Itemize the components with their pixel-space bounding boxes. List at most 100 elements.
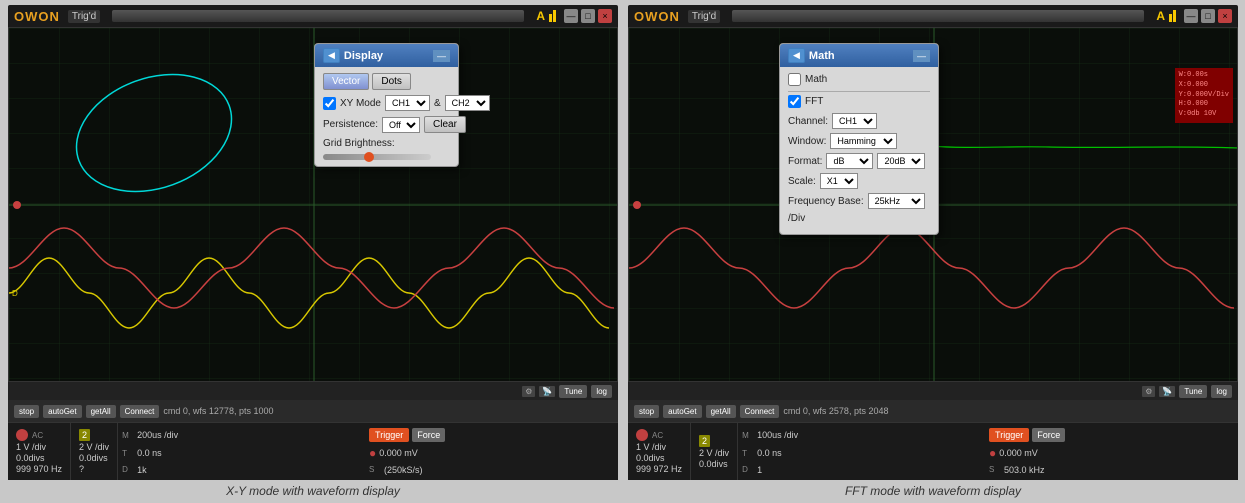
left-ch1-scale: 1 V /div bbox=[16, 442, 62, 452]
vector-button[interactable]: Vector bbox=[323, 73, 369, 90]
right-connect-button[interactable]: Connect bbox=[740, 405, 780, 418]
left-close-button[interactable]: × bbox=[598, 9, 612, 23]
display-dialog: ◀ Display — Vector Dots XY Mode CH1 bbox=[314, 43, 459, 167]
channel-row: Channel: CH1 CH2 bbox=[788, 113, 930, 129]
left-ch-indicators: A bbox=[536, 9, 556, 23]
clear-button[interactable]: Clear bbox=[424, 116, 466, 133]
xy-ch2-select[interactable]: CH2 bbox=[445, 95, 490, 111]
right-controls-row: stop autoGet getAll Connect cmd 0, wfs 2… bbox=[628, 400, 1238, 422]
math-dialog-body: Math FFT Channel: CH1 CH2 bbox=[780, 67, 938, 234]
left-force-button[interactable]: Force bbox=[412, 428, 445, 442]
right-ch-bars bbox=[1169, 10, 1176, 22]
right-meas-T: T 0.0 ns bbox=[742, 445, 987, 461]
math-dialog-title-bar: ◀ Math — bbox=[780, 44, 938, 67]
right-ch1-type: AC bbox=[652, 431, 663, 440]
dialog-title-left: ◀ Display bbox=[323, 48, 383, 63]
xy-mode-checkbox[interactable] bbox=[323, 97, 336, 110]
persistence-label: Persistence: bbox=[323, 119, 378, 130]
left-win-controls: — □ × bbox=[564, 9, 612, 23]
display-mode-buttons: Vector Dots bbox=[323, 73, 450, 90]
right-force-button[interactable]: Force bbox=[1032, 428, 1065, 442]
right-getall-button[interactable]: getAll bbox=[706, 405, 736, 418]
right-ch2-info: 2 2 V /div 0.0divs bbox=[691, 423, 738, 480]
left-waveform-display: D bbox=[9, 28, 617, 381]
right-maximize-button[interactable]: □ bbox=[1201, 9, 1215, 23]
window-select[interactable]: Hamming Hanning Blackman Rectangle bbox=[830, 133, 897, 149]
brightness-slider-container[interactable] bbox=[323, 154, 450, 160]
format-label: Format: bbox=[788, 156, 822, 167]
math-dialog: ◀ Math — Math FFT Cha bbox=[779, 43, 939, 235]
right-ch1-scale: 1 V /div bbox=[636, 442, 682, 452]
left-ch-a: A bbox=[536, 9, 545, 23]
format-select-2[interactable]: 20dB 10dB bbox=[877, 153, 925, 169]
format-select-1[interactable]: dB Vrms bbox=[826, 153, 873, 169]
right-autoget-button[interactable]: autoGet bbox=[663, 405, 701, 418]
left-ch-bars bbox=[549, 10, 556, 22]
right-ch-indicators: A bbox=[1156, 9, 1176, 23]
display-dialog-min-button[interactable]: — bbox=[433, 50, 450, 62]
right-close-button[interactable]: × bbox=[1218, 9, 1232, 23]
left-meas-M: M 200us /div bbox=[122, 427, 367, 443]
left-minimize-button[interactable]: — bbox=[564, 9, 578, 23]
xy-ch1-select[interactable]: CH1 bbox=[385, 95, 430, 111]
format-row: Format: dB Vrms 20dB 10dB bbox=[788, 153, 930, 169]
math-dialog-back-button[interactable]: ◀ bbox=[788, 48, 805, 63]
right-ch2-num: 2 bbox=[699, 435, 710, 447]
dots-button[interactable]: Dots bbox=[372, 73, 411, 90]
math-dialog-min-button[interactable]: — bbox=[913, 50, 930, 62]
right-tune-button[interactable]: Tune bbox=[1179, 385, 1207, 398]
right-ch-a: A bbox=[1156, 9, 1165, 23]
left-cmd-text: cmd 0, wfs 12778, pts 1000 bbox=[163, 406, 273, 416]
freq-base-select[interactable]: 25kHz 50kHz 100kHz bbox=[868, 193, 925, 209]
left-tune-button[interactable]: Tune bbox=[559, 385, 587, 398]
right-meas-dot: ● 0.000 mV bbox=[989, 445, 1234, 461]
right-log-button[interactable]: log bbox=[1211, 385, 1232, 398]
left-maximize-button[interactable]: □ bbox=[581, 9, 595, 23]
left-connect-button[interactable]: Connect bbox=[120, 405, 160, 418]
right-bar1 bbox=[1169, 14, 1172, 22]
left-meas-D: D 1k bbox=[122, 464, 367, 476]
right-meas-section: M 100us /div Trigger Force T 0.0 ns ● 0.… bbox=[738, 423, 1238, 480]
freq-base-row: Frequency Base: 25kHz 50kHz 100kHz /Div bbox=[788, 193, 930, 224]
left-getall-button[interactable]: getAll bbox=[86, 405, 116, 418]
left-autoget-button[interactable]: autoGet bbox=[43, 405, 81, 418]
right-bottom-icons: ⚙ 📡 Tune log bbox=[1142, 385, 1232, 398]
fft-checkbox[interactable] bbox=[788, 95, 801, 108]
scale-select[interactable]: X1 X2 X5 bbox=[820, 173, 858, 189]
left-icon-2: 📡 bbox=[539, 386, 555, 397]
left-stop-button[interactable]: stop bbox=[14, 405, 39, 418]
xy-mode-label: XY Mode bbox=[340, 98, 381, 109]
left-meas-S-val: (250kS/s) bbox=[384, 465, 423, 475]
right-scope-screen: ◀ Math — Math FFT Cha bbox=[628, 27, 1238, 382]
left-ch2-extra: ? bbox=[79, 464, 109, 474]
right-ch2-scale: 2 V /div bbox=[699, 448, 729, 458]
right-ch1-dot bbox=[636, 429, 648, 441]
left-trigger-button[interactable]: Trigger bbox=[369, 428, 409, 442]
left-meas-dot: ● 0.000 mV bbox=[369, 445, 614, 461]
math-checkbox[interactable] bbox=[788, 73, 801, 86]
left-scope-screen: D ◀ Display — Vector Dots bbox=[8, 27, 618, 382]
display-dialog-body: Vector Dots XY Mode CH1 & CH2 bbox=[315, 67, 458, 166]
xy-mode-row: XY Mode CH1 & CH2 bbox=[323, 95, 450, 111]
right-bar2 bbox=[1173, 10, 1176, 22]
right-trigger-area: Trigger Force bbox=[989, 427, 1234, 443]
brightness-slider-thumb[interactable] bbox=[364, 152, 374, 162]
channel-select[interactable]: CH1 CH2 bbox=[832, 113, 877, 129]
right-trigger-button[interactable]: Trigger bbox=[989, 428, 1029, 442]
right-icon-2: 📡 bbox=[1159, 386, 1175, 397]
right-meas-T-val: 0.0 ns bbox=[757, 448, 782, 458]
right-stop-button[interactable]: stop bbox=[634, 405, 659, 418]
left-controls-row: stop autoGet getAll Connect cmd 0, wfs 1… bbox=[8, 400, 618, 422]
right-ch2-offset: 0.0divs bbox=[699, 459, 729, 469]
left-ch1-offset: 0.0divs bbox=[16, 453, 62, 463]
right-win-controls: — □ × bbox=[1184, 9, 1232, 23]
brightness-slider-track bbox=[323, 154, 431, 160]
right-caption: FFT mode with waveform display bbox=[628, 484, 1238, 498]
display-dialog-back-button[interactable]: ◀ bbox=[323, 48, 340, 63]
left-log-button[interactable]: log bbox=[591, 385, 612, 398]
persistence-select[interactable]: Off bbox=[382, 117, 420, 133]
right-minimize-button[interactable]: — bbox=[1184, 9, 1198, 23]
left-meas-section: M 200us /div Trigger Force T 0.0 ns ● 0.… bbox=[118, 423, 618, 480]
right-cmd-text: cmd 0, wfs 2578, pts 2048 bbox=[783, 406, 888, 416]
main-container: OWON Trig'd A — □ × bbox=[0, 0, 1245, 503]
